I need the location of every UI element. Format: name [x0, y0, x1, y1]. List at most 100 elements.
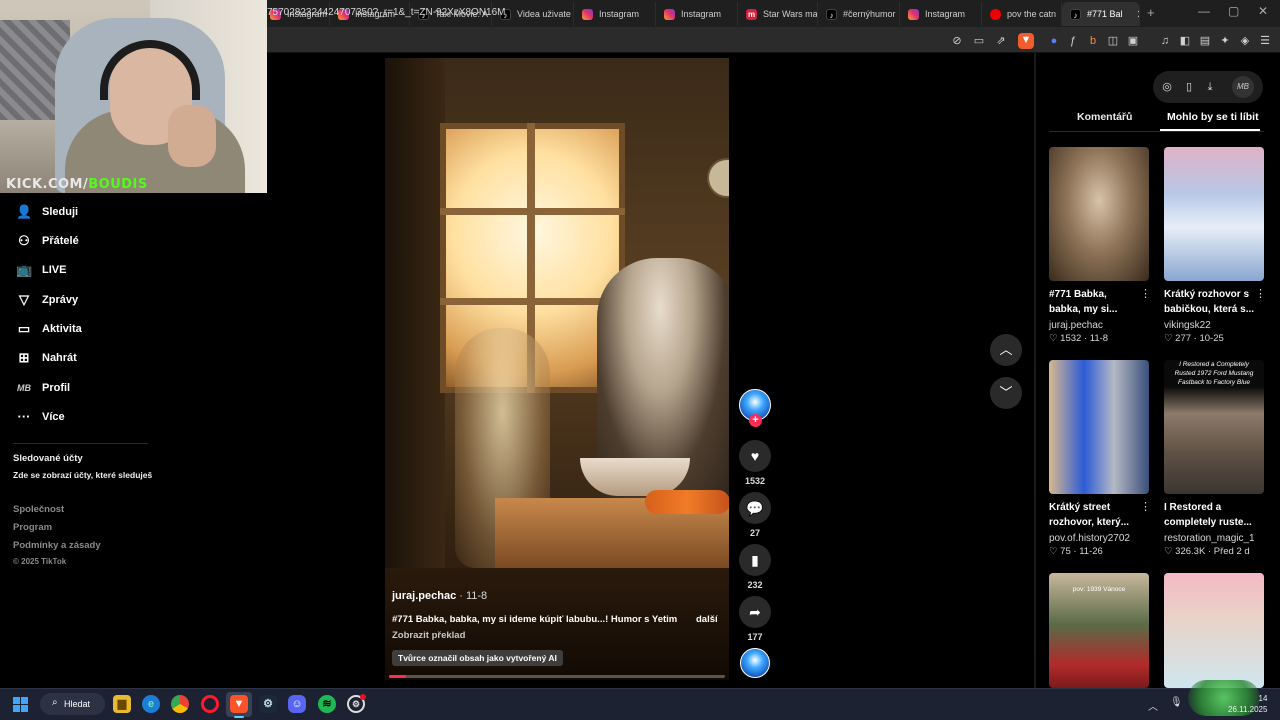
extension-icon[interactable]: ▣: [1126, 34, 1140, 48]
extension-icon[interactable]: ƒ: [1066, 34, 1080, 48]
leo-ai-icon[interactable]: ✦: [1218, 34, 1232, 48]
tray-overflow-icon[interactable]: ︿: [1148, 698, 1158, 713]
sidebar-item-more[interactable]: ··· Více: [16, 409, 65, 425]
footer-link-program[interactable]: Program: [13, 522, 52, 533]
youtube-icon: [990, 8, 1001, 20]
extension-icon[interactable]: ●: [1047, 34, 1061, 48]
sidebar-item-friends[interactable]: ⚇ Přátelé: [16, 233, 79, 249]
video-card-thumbnail[interactable]: [1049, 360, 1149, 494]
sidebar-item-messages[interactable]: ▽ Zprávy: [16, 292, 78, 308]
extension-icon[interactable]: b: [1086, 34, 1100, 48]
tabs-divider: [1049, 131, 1264, 132]
browser-tab[interactable]: ♪ #černýhumor: [818, 2, 900, 26]
windows-start-icon[interactable]: [13, 697, 28, 712]
browser-tab-active[interactable]: ♪#771 Bal✕: [1062, 2, 1140, 26]
video-card-title[interactable]: Krátký rozhovor s babičkou, která s...: [1164, 287, 1256, 317]
video-card-title[interactable]: Krátký street rozhovor, který...: [1049, 500, 1141, 530]
video-card-thumbnail[interactable]: I Restored a Completely Rusted 1972 Ford…: [1164, 360, 1264, 494]
panel-divider: [1034, 53, 1036, 688]
browser-tab[interactable]: Instagram: [656, 2, 738, 26]
video-card-title[interactable]: #771 Babka, babka, my si...: [1049, 287, 1141, 317]
vpn-icon[interactable]: ◈: [1238, 34, 1252, 48]
profile-icon: MB: [17, 383, 31, 393]
brave-shield-icon[interactable]: ▼: [1018, 33, 1034, 49]
file-explorer-icon[interactable]: ▆: [113, 695, 131, 713]
microphone-icon[interactable]: 🎙: [1170, 697, 1183, 708]
browser-tab[interactable]: Instagram: [574, 2, 656, 26]
new-tab-button[interactable]: +: [1147, 5, 1155, 20]
footer-link-terms[interactable]: Podmínky a zásady: [13, 540, 101, 551]
compass-icon[interactable]: ◎: [1159, 79, 1175, 95]
sidebar-item-following[interactable]: 👤 Sleduji: [16, 204, 78, 220]
edge-icon[interactable]: e: [142, 695, 160, 713]
steam-icon[interactable]: ⚙: [259, 695, 277, 713]
discord-icon[interactable]: ☺: [288, 695, 306, 713]
video-player[interactable]: [385, 58, 729, 680]
live-icon: 📺: [16, 262, 33, 277]
sidebar-item-upload[interactable]: ⊞ Nahrát: [16, 350, 77, 366]
browser-tab[interactable]: pov the catn: [982, 2, 1062, 26]
video-card-author[interactable]: restoration_magic_1: [1164, 533, 1255, 544]
sidebar-item-profile[interactable]: MB Profil: [16, 380, 70, 396]
notification-badge: [360, 694, 366, 700]
sidebar-toggle-icon[interactable]: ◧: [1178, 34, 1192, 48]
video-card-thumbnail[interactable]: [1049, 147, 1149, 281]
brave-icon[interactable]: ▼: [230, 695, 248, 713]
save-button[interactable]: ▮: [739, 544, 771, 576]
install-app-icon[interactable]: ▭: [972, 34, 986, 48]
sidebar-item-activity[interactable]: ▭ Aktivita: [16, 321, 82, 337]
video-progress-bar[interactable]: [389, 675, 725, 678]
share-icon[interactable]: ⇗: [994, 34, 1008, 48]
like-button[interactable]: ♥: [739, 440, 771, 472]
video-scene-window-frame: [440, 298, 625, 305]
menu-icon[interactable]: ☰: [1258, 34, 1272, 48]
heart-outline-icon: ♡: [1049, 546, 1058, 557]
video-scene-carrots: [645, 490, 729, 514]
music-disc-avatar[interactable]: [740, 648, 770, 678]
video-card-author[interactable]: juraj.pechac: [1049, 320, 1103, 331]
chrome-icon[interactable]: [171, 695, 189, 713]
user-avatar[interactable]: MB: [1232, 76, 1254, 98]
comment-icon: 💬: [746, 499, 764, 516]
tray-clock[interactable]: 14 26.11.2025: [1228, 693, 1267, 715]
footer-link-company[interactable]: Společnost: [13, 504, 64, 515]
tab-comments[interactable]: Komentářů: [1077, 111, 1132, 123]
previous-video-button[interactable]: ︿: [990, 334, 1022, 366]
media-icon[interactable]: ♫: [1158, 34, 1172, 48]
card-menu-icon[interactable]: ⋮: [1140, 500, 1151, 513]
video-author[interactable]: juraj.pechac · 11-8: [392, 590, 487, 602]
close-icon[interactable]: ✕: [1137, 8, 1139, 21]
show-translation-link[interactable]: Zobrazit překlad: [392, 630, 465, 641]
video-card-author[interactable]: pov.of.history2702: [1049, 533, 1130, 544]
sidebar-item-live[interactable]: 📺 LIVE: [16, 262, 66, 278]
download-icon[interactable]: ⤓: [1202, 79, 1218, 95]
share-count: 177: [747, 632, 763, 642]
extension-icon[interactable]: ◫: [1106, 34, 1120, 48]
video-card-title[interactable]: I Restored a completely ruste...: [1164, 500, 1256, 530]
next-video-button[interactable]: ﹀: [990, 377, 1022, 409]
tab-you-may-like[interactable]: Mohlo by se ti líbit: [1167, 111, 1259, 123]
comment-button[interactable]: 💬: [739, 492, 771, 524]
follow-plus-icon[interactable]: +: [749, 414, 762, 427]
spotify-icon[interactable]: ≋: [318, 695, 336, 713]
card-menu-icon[interactable]: ⋮: [1255, 287, 1266, 300]
taskbar-search[interactable]: Hledat: [40, 693, 105, 715]
tracking-off-icon[interactable]: ⊘: [950, 34, 964, 48]
video-card-thumbnail[interactable]: [1164, 147, 1264, 281]
browser-tab[interactable]: m Star Wars ma: [738, 2, 818, 26]
video-card-thumbnail[interactable]: pov: 1939 Vánoce: [1049, 573, 1149, 688]
close-window-icon[interactable]: ✕: [1258, 4, 1268, 18]
video-card-thumbnail[interactable]: [1164, 573, 1264, 688]
caption-more-link[interactable]: další: [696, 614, 718, 625]
browser-tab[interactable]: Instagram: [900, 2, 982, 26]
followed-accounts-title: Sledované účty: [13, 453, 83, 464]
url-field[interactable]: 7570282324424707350?_r=1&_t=ZN-92XzX8ON1…: [267, 7, 506, 18]
video-card-author[interactable]: vikingsk22: [1164, 320, 1211, 331]
mobile-icon[interactable]: ▯: [1181, 79, 1197, 95]
card-menu-icon[interactable]: ⋮: [1140, 287, 1151, 300]
maximize-icon[interactable]: ▢: [1228, 4, 1239, 18]
wallet-icon[interactable]: ▤: [1198, 34, 1212, 48]
share-button[interactable]: ➦: [739, 596, 771, 628]
opera-icon[interactable]: [201, 695, 219, 713]
minimize-icon[interactable]: —: [1198, 4, 1210, 18]
